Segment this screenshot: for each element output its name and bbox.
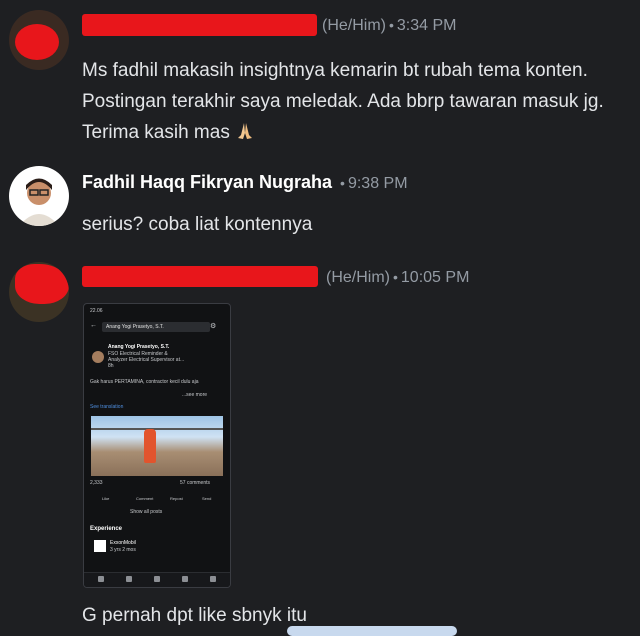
bottom-nav	[84, 572, 230, 587]
author-name[interactable]: Fadhil Haqq Fikryan Nugraha	[82, 172, 332, 192]
pronouns: (He/Him)	[326, 269, 390, 286]
separator-dot: •	[389, 17, 394, 33]
action-like: Like	[102, 496, 110, 501]
company-logo	[94, 540, 106, 552]
pronouns: (He/Him)	[322, 17, 386, 34]
experience-heading: Experience	[90, 526, 123, 532]
headline-line-3: 8h	[108, 363, 114, 369]
photo-person	[144, 429, 156, 463]
action-comment: Comment	[136, 496, 154, 501]
action-send: Send	[202, 496, 212, 501]
redaction	[82, 266, 318, 287]
search-field: Anang Yogi Prasetyo, S.T.	[102, 322, 210, 332]
timestamp[interactable]: 3:34 PM	[397, 17, 457, 34]
avatar[interactable]	[9, 262, 69, 322]
post-photo	[91, 416, 223, 476]
bell-icon	[182, 576, 188, 582]
new-messages-pill[interactable]	[287, 626, 457, 636]
jobs-icon	[210, 576, 216, 582]
message-body: Ms fadhil makasih insightnya kemarin bt …	[82, 60, 604, 143]
separator-dot: •	[340, 175, 345, 191]
settings-icon: ⚙	[210, 323, 217, 330]
image-attachment[interactable]: 22.06 ← Anang Yogi Prasetyo, S.T. ⚙ Anan…	[83, 303, 231, 588]
person-avatar-icon	[19, 178, 59, 226]
timestamp[interactable]: 9:38 PM	[348, 175, 408, 192]
timestamp[interactable]: 10:05 PM	[401, 269, 469, 286]
show-all-posts: Show all posts	[130, 509, 163, 515]
company-name: ExxonMobil	[110, 540, 136, 546]
comment-count: 57 comments	[180, 480, 211, 486]
home-icon	[98, 576, 104, 582]
post-icon	[154, 576, 160, 582]
message-text: serius? coba liat kontennya	[82, 214, 313, 235]
action-repost: Repost	[170, 496, 183, 501]
profile-avatar	[92, 351, 104, 363]
network-icon	[126, 576, 132, 582]
profile-name: Anang Yogi Prasetyo, S.T.	[108, 344, 170, 350]
photo-rail	[91, 428, 223, 430]
post-text: Gak harus PERTAMINA, contractor kecil du…	[90, 379, 199, 385]
status-time: 22.06	[90, 308, 103, 314]
avatar[interactable]	[9, 10, 69, 70]
headline-line-2: Analyzer Electrical Supervisor at...	[108, 357, 185, 363]
avatar[interactable]	[9, 166, 69, 226]
separator-dot: •	[393, 269, 398, 285]
folded-hands-emoji-icon	[238, 123, 253, 139]
reaction-count: 2,333	[90, 480, 103, 486]
company-duration: 3 yrs 2 mos	[110, 547, 136, 553]
back-arrow-icon: ←	[90, 322, 97, 329]
see-translation: See translation	[90, 404, 124, 410]
redaction	[82, 14, 317, 36]
redaction	[15, 24, 59, 60]
redaction	[15, 264, 69, 304]
message-text: Ms fadhil makasih insightnya kemarin bt …	[82, 55, 637, 148]
see-more: ...see more	[182, 392, 208, 398]
